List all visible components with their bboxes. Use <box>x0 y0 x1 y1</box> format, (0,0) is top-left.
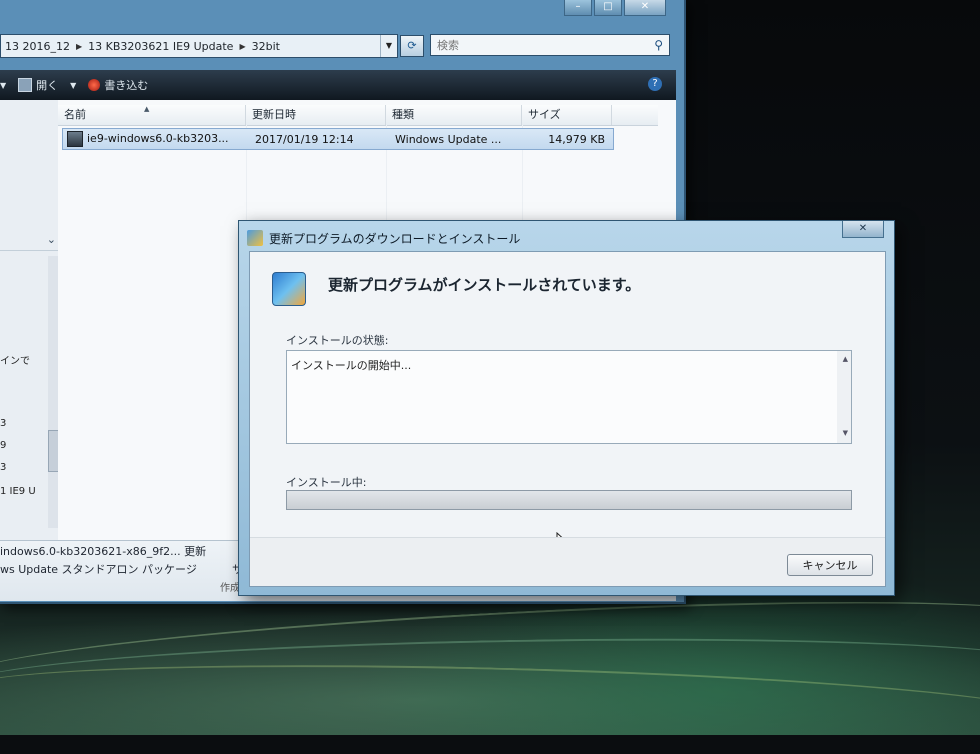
details-file-type: ws Update スタンドアロン パッケージ <box>0 563 197 576</box>
status-label: インストールの状態: <box>286 334 389 347</box>
window-controls: – □ ✕ <box>564 0 666 18</box>
dialog-title: 更新プログラムのダウンロードとインストール <box>269 231 521 246</box>
address-row: 13 2016_12 ▶ 13 KB3203621 IE9 Update ▶ 3… <box>0 34 684 58</box>
minimize-button[interactable]: – <box>564 0 592 16</box>
column-header-size[interactable]: サイズ <box>522 105 612 125</box>
details-created: 作成 <box>220 583 240 594</box>
file-name: ie9-windows6.0-kb3203... <box>87 132 229 145</box>
folder-tree-item[interactable]: 1 IE9 U <box>0 486 36 497</box>
dialog-heading: 更新プログラムがインストールされています。 <box>328 276 641 294</box>
column-header-label: 種類 <box>392 108 414 121</box>
dialog-footer: キャンセル <box>250 537 885 586</box>
open-icon <box>18 78 33 92</box>
status-scrollbar[interactable]: ▲ ▼ <box>837 351 851 443</box>
status-text: インストールの開始中... <box>291 359 412 372</box>
address-dropdown-icon[interactable]: ▼ <box>380 35 397 57</box>
address-bar[interactable]: 13 2016_12 ▶ 13 KB3203621 IE9 Update ▶ 3… <box>0 34 398 58</box>
breadcrumb-separator-icon[interactable]: ▶ <box>74 42 84 51</box>
breadcrumb-item[interactable]: 32bit <box>248 40 284 53</box>
open-button[interactable]: 開く <box>18 77 58 93</box>
organize-dropdown-icon[interactable]: ▼ <box>0 81 6 90</box>
column-headers: ▲ 名前 更新日時 種類 サイズ <box>58 105 658 126</box>
chevron-down-icon[interactable]: ⌄ <box>47 233 56 246</box>
scroll-down-icon[interactable]: ▼ <box>843 429 848 437</box>
file-type: Windows Update ... <box>395 132 502 146</box>
column-header-label: サイズ <box>528 108 561 121</box>
file-size: 14,979 KB <box>548 132 605 146</box>
navigation-pane: ⌄ インで 3 9 3 1 IE9 U <box>0 100 65 540</box>
open-label: 開く <box>36 79 59 92</box>
search-input[interactable] <box>431 35 643 55</box>
dialog-close-button[interactable]: ✕ <box>842 221 884 238</box>
search-icon[interactable]: ⚲ <box>654 38 663 52</box>
search-box: ⚲ <box>430 34 670 56</box>
folder-tree-item[interactable]: 3 <box>0 462 6 473</box>
nav-divider <box>0 250 64 251</box>
folder-tree-item[interactable]: 9 <box>0 440 6 451</box>
cancel-button[interactable]: キャンセル <box>787 554 873 576</box>
help-icon[interactable]: ? <box>648 77 662 91</box>
column-header-name[interactable]: ▲ 名前 <box>58 105 246 125</box>
scroll-up-icon[interactable]: ▲ <box>843 355 848 363</box>
burn-button[interactable]: 書き込む <box>88 77 148 93</box>
breadcrumb-item[interactable]: 13 KB3203621 IE9 Update <box>84 40 237 53</box>
maximize-button[interactable]: □ <box>594 0 622 16</box>
file-name-cell: ie9-windows6.0-kb3203... <box>63 131 247 147</box>
file-modified: 2017/01/19 12:14 <box>255 132 354 146</box>
burn-label: 書き込む <box>104 79 149 92</box>
windows-update-icon <box>247 230 263 246</box>
column-header-label: 名前 <box>64 108 86 121</box>
update-install-dialog: 更新プログラムのダウンロードとインストール ✕ 更新プログラムがインストールされ… <box>238 220 895 596</box>
column-header-type[interactable]: 種類 <box>386 105 522 125</box>
breadcrumb-separator-icon[interactable]: ▶ <box>237 42 247 51</box>
folder-tree-item[interactable]: インで <box>0 352 30 367</box>
column-header-label: 更新日時 <box>252 108 296 121</box>
burn-disc-icon <box>88 79 101 91</box>
close-button[interactable]: ✕ <box>624 0 666 16</box>
dialog-titlebar: 更新プログラムのダウンロードとインストール <box>247 227 520 249</box>
sort-ascending-icon: ▲ <box>144 105 150 113</box>
breadcrumb-item[interactable]: 13 2016_12 <box>1 40 74 53</box>
details-file-name: indows6.0-kb3203621-x86_9f2... 更新 <box>0 545 207 558</box>
dialog-body: 更新プログラムがインストールされています。 インストールの状態: インストールの… <box>249 251 886 587</box>
table-row[interactable]: ie9-windows6.0-kb3203... 2017/01/19 12:1… <box>62 128 614 150</box>
install-progress-bar <box>286 490 852 510</box>
status-textbox[interactable]: インストールの開始中... ▲ ▼ <box>286 350 852 444</box>
progress-label: インストール中: <box>286 476 367 489</box>
refresh-button[interactable]: ⟳ <box>400 35 424 57</box>
installer-icon <box>272 272 306 306</box>
update-package-icon <box>67 131 83 147</box>
folder-tree-item[interactable]: 3 <box>0 418 6 429</box>
command-toolbar: ▼ 開く ▼ 書き込む ? <box>0 70 676 100</box>
open-dropdown-icon[interactable]: ▼ <box>70 81 76 90</box>
column-header-modified[interactable]: 更新日時 <box>246 105 386 125</box>
